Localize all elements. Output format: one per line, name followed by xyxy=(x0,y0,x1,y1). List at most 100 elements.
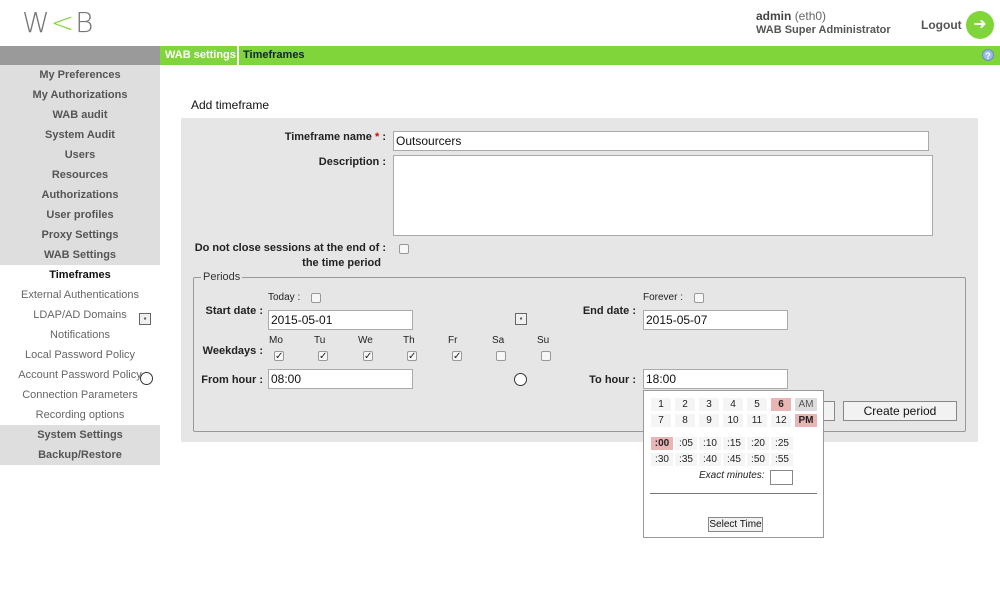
end-date-label: End date : xyxy=(582,305,636,317)
sidebar-item-wab-audit[interactable]: WAB audit xyxy=(0,105,160,125)
wab-logo: W<B xyxy=(22,6,95,39)
select-time-button[interactable]: Select Time xyxy=(708,517,763,532)
to-hour-input[interactable] xyxy=(643,369,788,389)
sidebar: My Preferences My Authorizations WAB aud… xyxy=(0,65,160,465)
sidebar-item-external-authentications[interactable]: External Authentications xyxy=(0,285,160,305)
sidebar-item-notifications[interactable]: Notifications xyxy=(0,325,160,345)
weekdays-label: Weekdays : xyxy=(202,345,263,357)
noclose-checkbox[interactable] xyxy=(399,244,409,254)
sidebar-item-system-audit[interactable]: System Audit xyxy=(0,125,160,145)
hour-7[interactable]: 7 xyxy=(651,414,671,427)
hour-6[interactable]: 6 xyxy=(771,398,791,411)
start-date-calendar-icon[interactable]: ▪ xyxy=(515,313,527,325)
help-icon[interactable]: ? xyxy=(982,49,994,61)
sidebar-item-my-authorizations[interactable]: My Authorizations xyxy=(0,85,160,105)
exact-minutes-input[interactable] xyxy=(770,470,793,485)
weekday-label-we: We xyxy=(358,335,373,346)
minute-00[interactable]: :00 xyxy=(651,437,673,450)
hour-1[interactable]: 1 xyxy=(651,398,671,411)
pm-toggle[interactable]: PM xyxy=(795,414,817,427)
hour-3[interactable]: 3 xyxy=(699,398,719,411)
weekday-checkbox-su[interactable] xyxy=(541,351,551,361)
page-title: Add timeframe xyxy=(191,98,270,112)
time-picker: 1 2 3 4 5 6 AM 7 8 9 10 11 12 PM :00 :05… xyxy=(643,390,824,538)
weekday-checkbox-sa[interactable] xyxy=(496,351,506,361)
hour-8[interactable]: 8 xyxy=(675,414,695,427)
hour-5[interactable]: 5 xyxy=(747,398,767,411)
minute-25[interactable]: :25 xyxy=(771,437,793,450)
sidebar-item-proxy-settings[interactable]: Proxy Settings xyxy=(0,225,160,245)
weekday-label-mo: Mo xyxy=(269,335,283,346)
minute-45[interactable]: :45 xyxy=(723,453,745,466)
required-mark: * xyxy=(374,131,380,143)
timeframe-name-input[interactable] xyxy=(393,131,929,151)
start-date-input[interactable] xyxy=(268,310,413,330)
forever-checkbox[interactable] xyxy=(694,293,704,303)
sidebar-item-recording-options[interactable]: Recording options xyxy=(0,405,160,425)
breadcrumb-sidebar-cap xyxy=(0,46,160,65)
sidebar-item-local-password-policy[interactable]: Local Password Policy xyxy=(0,345,160,365)
logout-link[interactable]: Logout xyxy=(921,18,962,32)
minute-40[interactable]: :40 xyxy=(699,453,721,466)
minute-15[interactable]: :15 xyxy=(723,437,745,450)
hour-9[interactable]: 9 xyxy=(699,414,719,427)
weekday-label-fr: Fr xyxy=(448,335,458,346)
minute-35[interactable]: :35 xyxy=(675,453,697,466)
from-hour-clock-icon[interactable] xyxy=(514,373,527,386)
minute-05[interactable]: :05 xyxy=(675,437,697,450)
minute-30[interactable]: :30 xyxy=(651,453,673,466)
user-name: admin xyxy=(756,9,792,23)
weekday-checkbox-mo[interactable] xyxy=(274,351,284,361)
create-period-button[interactable]: Create period xyxy=(843,401,957,421)
weekday-label-tu: Tu xyxy=(314,335,326,346)
user-info: admin (eth0) xyxy=(756,9,826,23)
sidebar-item-connection-parameters[interactable]: Connection Parameters xyxy=(0,385,160,405)
am-toggle[interactable]: AM xyxy=(795,398,817,411)
hour-11[interactable]: 11 xyxy=(747,414,767,427)
user-interface: (eth0) xyxy=(794,9,827,23)
exact-minutes-label: Exact minutes: xyxy=(699,470,765,481)
sidebar-item-ldap-ad-domains[interactable]: LDAP/AD Domains xyxy=(0,305,160,325)
description-textarea[interactable] xyxy=(393,155,933,236)
clock-icon xyxy=(140,372,153,385)
weekday-checkbox-th[interactable] xyxy=(407,351,417,361)
sidebar-item-my-preferences[interactable]: My Preferences xyxy=(0,65,160,85)
calendar-icon: ▪ xyxy=(139,313,151,325)
to-hour-label: To hour : xyxy=(589,374,636,386)
sidebar-item-backup-restore[interactable]: Backup/Restore xyxy=(0,445,160,465)
forever-label: Forever : xyxy=(643,292,684,303)
hour-4[interactable]: 4 xyxy=(723,398,743,411)
hour-10[interactable]: 10 xyxy=(723,414,743,427)
sidebar-item-user-profiles[interactable]: User profiles xyxy=(0,205,160,225)
sidebar-item-authorizations[interactable]: Authorizations xyxy=(0,185,160,205)
periods-legend: Periods xyxy=(201,271,243,283)
user-role: WAB Super Administrator xyxy=(756,24,891,36)
weekday-checkbox-we[interactable] xyxy=(363,351,373,361)
sidebar-item-resources[interactable]: Resources xyxy=(0,165,160,185)
noclose-label-line1: Do not close sessions at the end of : xyxy=(194,242,386,254)
hour-2[interactable]: 2 xyxy=(675,398,695,411)
minute-20[interactable]: :20 xyxy=(747,437,769,450)
breadcrumb-parent[interactable]: WAB settings xyxy=(165,49,236,61)
timeframe-name-text: Timeframe name xyxy=(284,131,372,143)
minute-10[interactable]: :10 xyxy=(699,437,721,450)
hour-12[interactable]: 12 xyxy=(771,414,791,427)
sidebar-item-system-settings[interactable]: System Settings xyxy=(0,425,160,445)
sidebar-item-account-password-policy[interactable]: Account Password Policy xyxy=(0,365,160,385)
timeframe-name-colon: : xyxy=(382,131,386,143)
sidebar-item-wab-settings[interactable]: WAB Settings xyxy=(0,245,160,265)
from-hour-input[interactable] xyxy=(268,369,413,389)
sidebar-item-users[interactable]: Users xyxy=(0,145,160,165)
weekday-label-su: Su xyxy=(537,335,550,346)
end-date-input[interactable] xyxy=(643,310,788,330)
weekday-checkbox-tu[interactable] xyxy=(318,351,328,361)
minute-50[interactable]: :50 xyxy=(747,453,769,466)
picker-divider xyxy=(650,493,817,494)
today-checkbox[interactable] xyxy=(311,293,321,303)
minute-55[interactable]: :55 xyxy=(771,453,793,466)
logout-arrow-icon[interactable]: ➜ xyxy=(966,11,994,39)
weekday-checkbox-fr[interactable] xyxy=(452,351,462,361)
sidebar-item-timeframes[interactable]: Timeframes xyxy=(0,265,160,285)
weekday-label-sa: Sa xyxy=(492,335,505,346)
from-hour-label: From hour : xyxy=(201,374,263,386)
